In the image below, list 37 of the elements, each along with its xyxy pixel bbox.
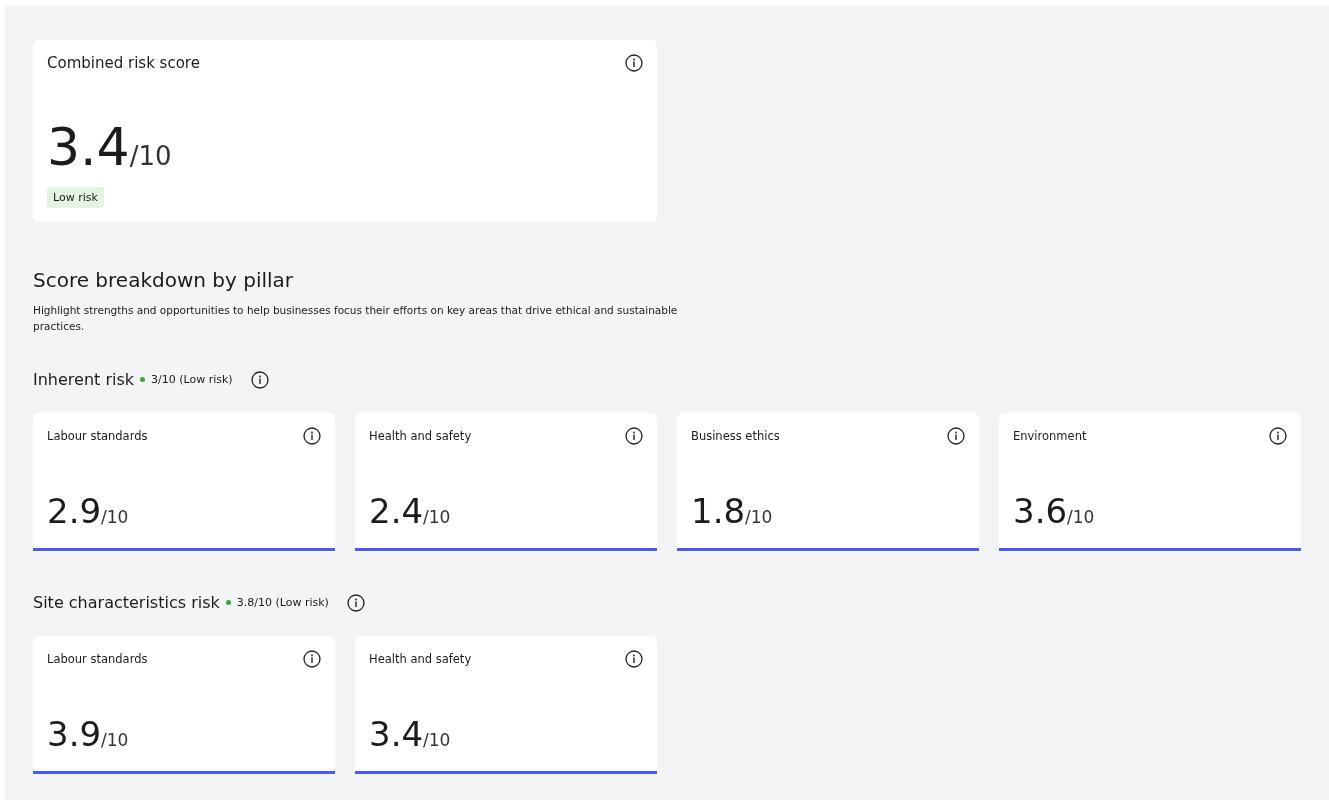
score-value: 2.4 xyxy=(369,494,424,528)
pillar-status: 3.8/10 (Low risk) xyxy=(236,596,329,609)
score-scale: /10 xyxy=(1067,507,1095,527)
info-icon[interactable] xyxy=(625,650,643,668)
info-icon[interactable] xyxy=(303,427,321,445)
score-scale: /10 xyxy=(423,507,451,527)
card-title: Environment xyxy=(1013,428,1087,443)
card-title: Health and safety xyxy=(369,428,472,443)
pillar-status: 3/10 (Low risk) xyxy=(151,373,233,386)
section-heading: Score breakdown by pillar xyxy=(33,268,295,292)
score-value: 3.4 xyxy=(369,717,424,751)
risk-badge: Low risk xyxy=(47,187,104,208)
score-scale: /10 xyxy=(745,507,773,527)
pillar-title: Inherent risk xyxy=(33,370,135,389)
score-scale: /10 xyxy=(101,507,129,527)
score-value: 3.9 xyxy=(47,717,102,751)
score-scale: /10 xyxy=(129,141,172,171)
card-title: Health and safety xyxy=(369,651,472,666)
card-title: Combined risk score xyxy=(47,54,200,72)
score-value: 1.8 xyxy=(691,494,746,528)
info-icon[interactable] xyxy=(625,427,643,445)
info-icon[interactable] xyxy=(346,593,365,612)
score-scale: /10 xyxy=(423,730,451,750)
card-title: Labour standards xyxy=(47,428,148,443)
score-value: 2.9 xyxy=(47,494,102,528)
score-value: 3.4 xyxy=(47,121,130,173)
card-title: Business ethics xyxy=(691,428,780,443)
section-description: Highlight strengths and opportunities to help businesses focus their efforts on key areas that drive ethical and sustainable practices. xyxy=(33,303,679,334)
info-icon[interactable] xyxy=(947,427,965,445)
pillar-title: Site characteristics risk xyxy=(33,593,220,612)
info-icon[interactable] xyxy=(625,54,643,72)
info-icon[interactable] xyxy=(250,370,269,389)
info-icon[interactable] xyxy=(1269,427,1287,445)
score-value: 3.6 xyxy=(1013,494,1068,528)
info-icon[interactable] xyxy=(303,650,321,668)
score-scale: /10 xyxy=(101,730,129,750)
card-title: Labour standards xyxy=(47,651,148,666)
